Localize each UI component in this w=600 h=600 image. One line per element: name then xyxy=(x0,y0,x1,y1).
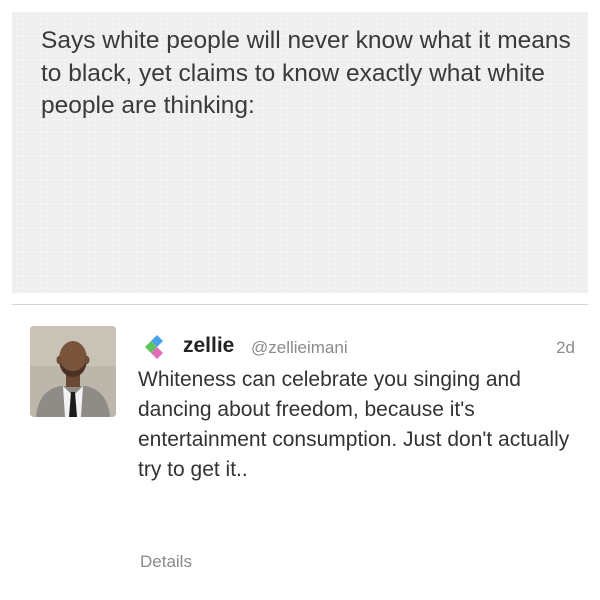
screenshot-frame: Says white people will never know what i… xyxy=(12,12,588,588)
tweet-body: Whiteness can celebrate you singing and … xyxy=(138,368,570,481)
display-name[interactable]: zellie xyxy=(183,333,234,359)
details-link[interactable]: Details xyxy=(140,551,192,573)
timestamp: 2d xyxy=(556,338,575,357)
screen-name[interactable]: @zellieimani xyxy=(251,336,348,360)
tweet-header: zellie @zellieimani 2d xyxy=(145,333,581,359)
colored-diamonds-icon xyxy=(145,335,169,359)
avatar[interactable] xyxy=(30,326,116,417)
caption-text: Says white people will never know what i… xyxy=(41,27,571,119)
avatar-image xyxy=(30,326,116,417)
tweet-card[interactable]: zellie @zellieimani 2d Whiteness can cel… xyxy=(12,305,588,588)
caption-panel: Says white people will never know what i… xyxy=(12,12,588,293)
